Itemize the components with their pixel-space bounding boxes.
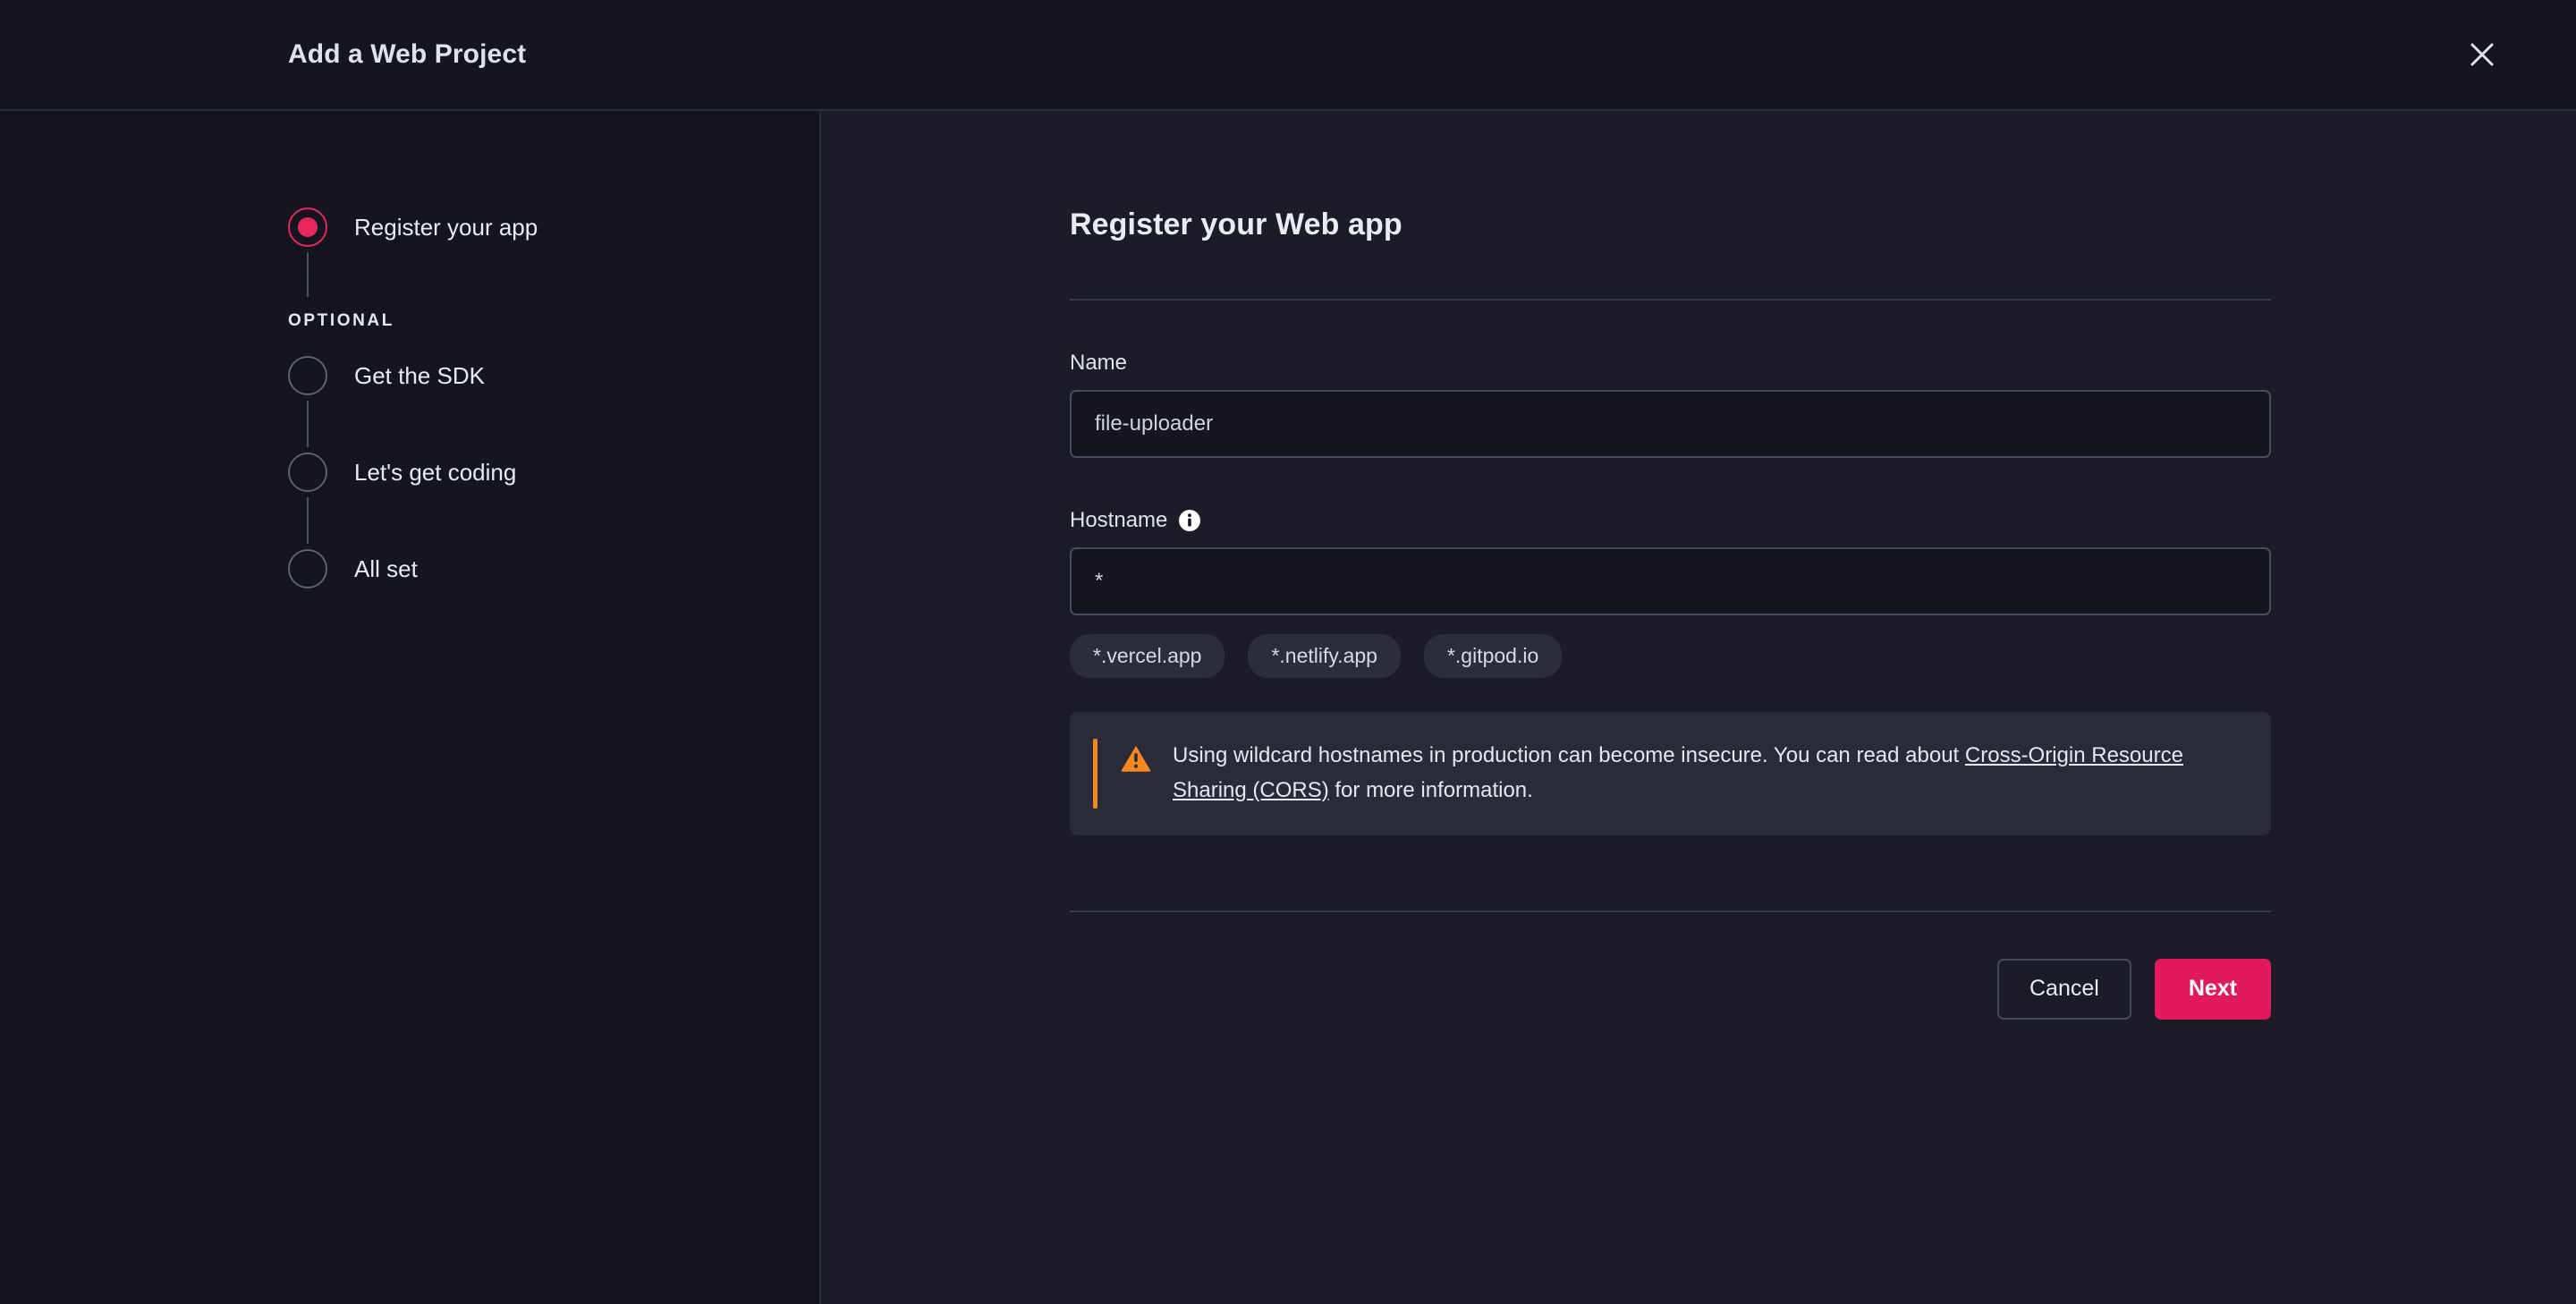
hostname-suggestion-gitpod[interactable]: *.gitpod.io xyxy=(1423,634,1563,678)
step-label: Register your app xyxy=(354,213,538,241)
page-title: Register your Web app xyxy=(1070,207,1402,241)
warning-triangle-icon xyxy=(1121,744,1151,773)
cancel-button[interactable]: Cancel xyxy=(1996,958,2131,1020)
step-dot xyxy=(298,217,318,237)
name-field-group: Name xyxy=(1070,351,2271,458)
close-button[interactable] xyxy=(2456,29,2508,80)
step-label: Get the SDK xyxy=(354,361,485,389)
step-label: Let's get coding xyxy=(354,458,517,486)
stepper-pane: Register your app OPTIONAL Get the SDK L… xyxy=(0,111,821,1304)
hostname-suggestion-netlify[interactable]: *.netlify.app xyxy=(1248,634,1401,678)
sidebar-step-all-set[interactable]: All set xyxy=(288,544,819,594)
sidebar-step-register-your-app[interactable]: Register your app xyxy=(288,202,819,252)
warning-accent-bar xyxy=(1093,739,1097,809)
divider-top xyxy=(1070,299,2271,301)
modal-title: Add a Web Project xyxy=(288,39,527,69)
hostname-suggestion-vercel[interactable]: *.vercel.app xyxy=(1070,634,1225,678)
wildcard-warning-banner: Using wildcard hostnames in production c… xyxy=(1070,712,2271,835)
step-connector xyxy=(307,401,309,447)
name-label: Name xyxy=(1070,351,2271,376)
optional-section-label: OPTIONAL xyxy=(288,311,394,330)
add-web-project-modal: Add a Web Project Register your app OPTI… xyxy=(0,0,2576,1304)
hostname-label-text: Hostname xyxy=(1070,508,1168,532)
divider-bottom xyxy=(1070,910,2271,912)
form-inner: Register your Web app Name Hostname xyxy=(1070,207,2271,1020)
warning-text-after: for more information. xyxy=(1328,777,1533,802)
warning-text: Using wildcard hostnames in production c… xyxy=(1173,739,2241,809)
close-icon xyxy=(2469,41,2496,68)
warning-text-before: Using wildcard hostnames in production c… xyxy=(1173,743,1965,767)
form-actions: Cancel Next xyxy=(1070,958,2271,1020)
hostname-field-group: Hostname *.vercel.app *.netlify.app xyxy=(1070,508,2271,678)
name-input[interactable] xyxy=(1070,390,2271,458)
hostname-suggestion-chips: *.vercel.app *.netlify.app *.gitpod.io xyxy=(1070,634,2271,678)
name-label-text: Name xyxy=(1070,351,1128,375)
step-marker-icon xyxy=(288,356,327,395)
step-marker-icon xyxy=(288,453,327,492)
form-pane: Register your Web app Name Hostname xyxy=(821,111,2576,1304)
info-icon[interactable] xyxy=(1178,509,1201,532)
next-button[interactable]: Next xyxy=(2154,958,2271,1020)
stepper: Register your app OPTIONAL Get the SDK L… xyxy=(288,202,819,594)
modal-header: Add a Web Project xyxy=(0,0,2576,111)
modal-body: Register your app OPTIONAL Get the SDK L… xyxy=(0,111,2576,1304)
step-marker-icon xyxy=(288,549,327,588)
hostname-input[interactable] xyxy=(1070,547,2271,615)
step-connector xyxy=(307,252,309,297)
sidebar-step-get-the-sdk[interactable]: Get the SDK xyxy=(288,351,819,401)
hostname-label: Hostname xyxy=(1070,508,2271,533)
sidebar-step-lets-get-coding[interactable]: Let's get coding xyxy=(288,447,819,497)
step-label: All set xyxy=(354,555,418,582)
step-connector xyxy=(307,497,309,544)
step-marker-active-icon xyxy=(288,207,327,247)
